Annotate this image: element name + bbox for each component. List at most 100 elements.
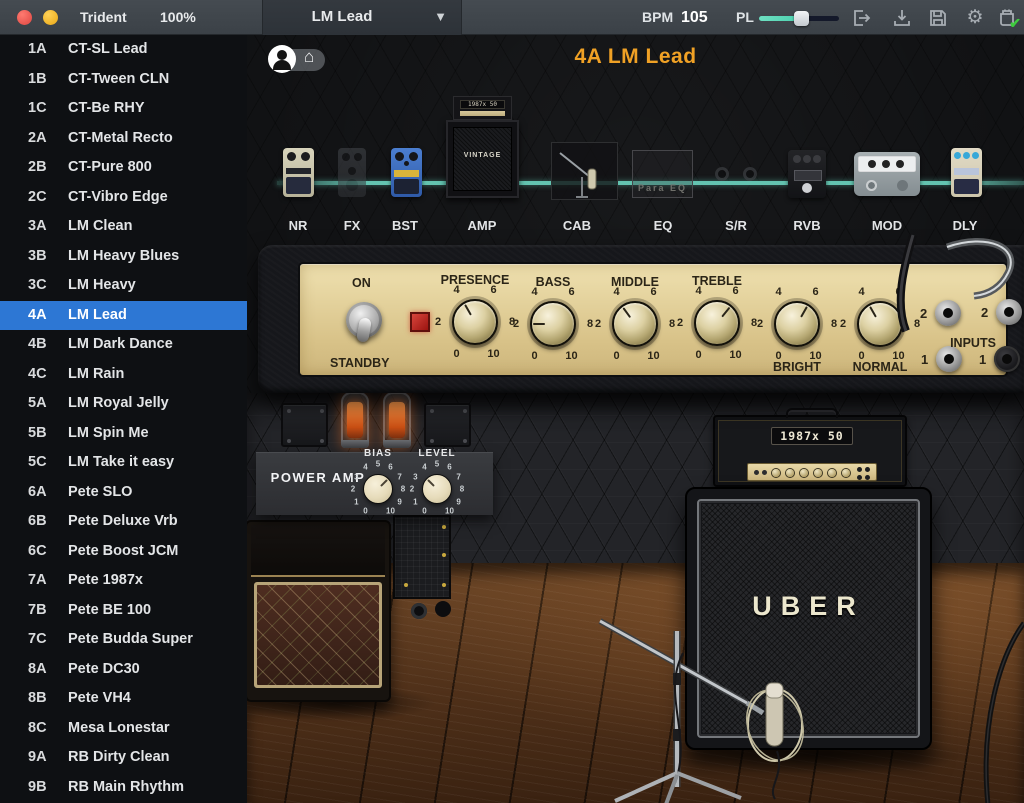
preset-name: Pete 1987x: [68, 572, 143, 588]
preset-bank: 5A: [28, 395, 47, 411]
preset-row[interactable]: 6B Pete Deluxe Vrb: [0, 507, 247, 537]
mini-cab-grille: [453, 127, 512, 191]
preset-bank: 5B: [28, 425, 47, 441]
preset-row[interactable]: 9B RB Main Rhythm: [0, 773, 247, 803]
preset-row[interactable]: 5A LM Royal Jelly: [0, 389, 247, 419]
jack-number: 2: [981, 305, 988, 320]
chain-slot-send-return[interactable]: [713, 163, 759, 189]
pl-slider-handle[interactable]: [794, 11, 809, 26]
jack-number: 1: [979, 352, 986, 367]
mini-cab-name: VINTAGE: [448, 152, 517, 159]
preset-bank: 6B: [28, 513, 47, 529]
chain-slot-cab-mic[interactable]: [551, 142, 618, 200]
chain-label-sr[interactable]: S/R: [706, 218, 766, 233]
home-icon[interactable]: ⌂: [304, 47, 314, 67]
chain-label-cab[interactable]: CAB: [547, 218, 607, 233]
preset-row[interactable]: 5B LM Spin Me: [0, 419, 247, 449]
vacuum-tube: [383, 392, 411, 448]
preset-row[interactable]: 3B LM Heavy Blues: [0, 242, 247, 272]
preset-bank: 4B: [28, 336, 47, 352]
preset-row[interactable]: 7C Pete Budda Super: [0, 625, 247, 655]
chain-slot-boost[interactable]: [391, 148, 422, 197]
pl-label: PL: [736, 9, 754, 25]
chain-label-amp[interactable]: AMP: [452, 218, 512, 233]
amp-head-name: 1987x 50: [771, 427, 853, 445]
preset-row[interactable]: 8B Pete VH4: [0, 684, 247, 714]
preset-bank: 5C: [28, 454, 47, 470]
bpm-value[interactable]: 105: [681, 9, 708, 27]
preset-row[interactable]: 4B LM Dark Dance: [0, 330, 247, 360]
pl-slider[interactable]: [759, 12, 839, 24]
chain-label-rvb[interactable]: RVB: [777, 218, 837, 233]
chain-slot-delay[interactable]: [951, 148, 982, 197]
preset-row[interactable]: 4C LM Rain: [0, 360, 247, 390]
preset-row[interactable]: 7A Pete 1987x: [0, 566, 247, 596]
preset-name: LM Royal Jelly: [68, 395, 169, 411]
preset-selector-dropdown[interactable]: LM Lead ▼: [262, 0, 462, 35]
preset-name: LM Take it easy: [68, 454, 174, 470]
preset-row[interactable]: 2B CT-Pure 800: [0, 153, 247, 183]
chain-label-eq[interactable]: EQ: [633, 218, 693, 233]
speaker-cabinet[interactable]: UBER: [685, 487, 932, 750]
preset-row[interactable]: 4A LM Lead: [0, 301, 247, 331]
preset-row[interactable]: 7B Pete BE 100: [0, 596, 247, 626]
preset-row[interactable]: 3C LM Heavy: [0, 271, 247, 301]
chain-label-fx[interactable]: FX: [322, 218, 382, 233]
bpm-label: BPM: [642, 9, 673, 25]
download-icon[interactable]: [892, 8, 912, 28]
input-jack-high-2[interactable]: [935, 300, 961, 326]
pedal-footswitch: [346, 179, 358, 191]
chain-slot-reverb[interactable]: [788, 150, 826, 198]
preset-row[interactable]: 1A CT-SL Lead: [0, 35, 247, 65]
chain-slot-fx[interactable]: [338, 148, 366, 197]
preset-row[interactable]: 3A LM Clean: [0, 212, 247, 242]
chain-slot-modulation[interactable]: [854, 152, 920, 196]
preset-row[interactable]: 8C Mesa Lonestar: [0, 714, 247, 744]
chain-label-nr[interactable]: NR: [268, 218, 328, 233]
normal-knob[interactable]: NORMAL 0246810: [830, 274, 930, 374]
preset-selector-label: LM Lead: [263, 8, 421, 25]
export-icon[interactable]: [851, 8, 871, 28]
chevron-down-icon: ▼: [434, 9, 447, 24]
input-jack-low-2[interactable]: [996, 299, 1022, 325]
preset-row[interactable]: 6C Pete Boost JCM: [0, 537, 247, 567]
mic-in-room-icon: [552, 143, 617, 199]
preset-row[interactable]: 1C CT-Be RHY: [0, 94, 247, 124]
mini-amp-panel: [460, 111, 505, 116]
pedal-footswitch: [286, 177, 311, 194]
chain-slot-amp-head[interactable]: 1987x 50: [453, 96, 512, 120]
cab-logo: UBER: [687, 591, 930, 622]
preset-bank: 9B: [28, 779, 47, 795]
preset-row[interactable]: 1B CT-Tween CLN: [0, 65, 247, 95]
amp-head-1987x[interactable]: 1987x 50: [713, 415, 907, 487]
combo-grille: [254, 582, 382, 688]
chain-slot-eq[interactable]: Para EQ: [632, 150, 693, 198]
device-status-icon[interactable]: ✔: [997, 8, 1017, 28]
preset-row[interactable]: 2A CT-Metal Recto: [0, 124, 247, 154]
chain-slot-noise-reduction[interactable]: [283, 148, 314, 197]
chain-slot-amp-cab[interactable]: VINTAGE: [446, 120, 519, 198]
preset-row[interactable]: 9A RB Dirty Clean: [0, 743, 247, 773]
user-profile-button[interactable]: [268, 45, 296, 73]
pedal-footswitch: [802, 183, 812, 193]
preset-bank: 8B: [28, 690, 47, 706]
zoom-level[interactable]: 100%: [160, 9, 196, 25]
window-close-button[interactable]: [17, 10, 32, 25]
window-minimize-button[interactable]: [43, 10, 58, 25]
preset-name: CT-Vibro Edge: [68, 189, 168, 205]
preset-bank: 4C: [28, 366, 47, 382]
save-icon[interactable]: [928, 8, 948, 28]
preset-row[interactable]: 2C CT-Vibro Edge: [0, 183, 247, 213]
chain-label-dly[interactable]: DLY: [935, 218, 995, 233]
level-knob[interactable]: LEVEL 012345678910: [405, 457, 469, 521]
preset-row[interactable]: 8A Pete DC30: [0, 655, 247, 685]
chain-label-bst[interactable]: BST: [375, 218, 435, 233]
preset-list: 1A CT-SL Lead 1B CT-Tween CLN 1C CT-Be R…: [0, 35, 247, 802]
preset-bank: 8A: [28, 661, 47, 677]
chain-label-mod[interactable]: MOD: [857, 218, 917, 233]
preset-row[interactable]: 6A Pete SLO: [0, 478, 247, 508]
preset-row[interactable]: 5C LM Take it easy: [0, 448, 247, 478]
power-toggle-switch[interactable]: [344, 296, 384, 348]
pedal-footswitch: [866, 180, 877, 191]
gear-icon[interactable]: ⚙: [965, 8, 985, 28]
